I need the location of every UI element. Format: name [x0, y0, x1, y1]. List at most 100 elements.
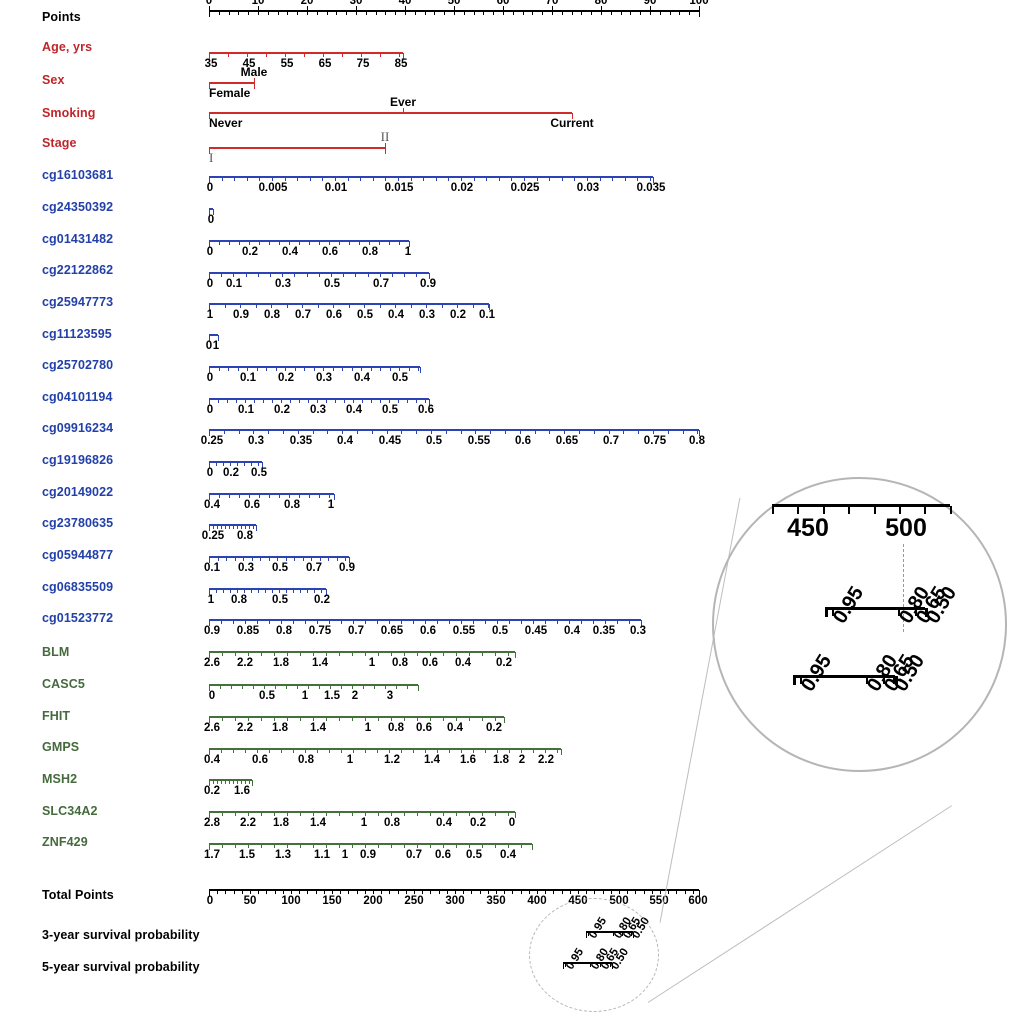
axis-minor-tick	[456, 844, 457, 848]
axis-minor-tick	[270, 273, 271, 277]
axis-minor-tick	[248, 717, 249, 721]
axis-minor-tick	[552, 11, 553, 15]
tick-label: 0.5	[357, 309, 373, 321]
tick-label: 0.4	[564, 625, 580, 637]
axis-minor-tick	[396, 685, 397, 689]
tick-label: 85	[394, 58, 408, 70]
tick-label: 0	[207, 214, 215, 226]
axis-minor-tick	[221, 273, 222, 277]
inset-total-points-tick	[848, 506, 850, 514]
axis-minor-tick	[434, 11, 435, 15]
axis-minor-tick	[482, 812, 483, 816]
tick-label: 0.25	[201, 530, 225, 542]
axis-minor-tick	[368, 273, 369, 277]
axis-minor-tick	[416, 273, 417, 277]
tick-label: 1	[404, 246, 412, 258]
tick-label: 0.6	[326, 309, 342, 321]
axis-minor-tick	[395, 11, 396, 15]
tick-label: 0.5	[492, 625, 508, 637]
axis-minor-tick	[603, 890, 604, 894]
tick-label: 600	[688, 895, 708, 907]
axis-minor-tick	[365, 749, 366, 753]
tick-label: 100	[281, 895, 301, 907]
axis-major-tick	[307, 6, 308, 11]
axis-minor-tick	[533, 620, 534, 624]
axis-minor-tick	[464, 11, 465, 15]
tick-label: 1	[206, 309, 214, 321]
tick-label: 1.4	[424, 754, 440, 766]
category-label: Never	[209, 116, 243, 130]
row-label-cg20149022: cg20149022	[42, 485, 114, 499]
axis-minor-tick	[335, 399, 336, 403]
tick-label: 300	[445, 895, 465, 907]
axis-minor-tick	[222, 844, 223, 848]
tick-label: 0	[206, 278, 214, 290]
axis-minor-tick	[611, 11, 612, 15]
axis-minor-tick	[449, 749, 450, 753]
axis-minor-tick	[378, 717, 379, 721]
axis-line-12	[209, 398, 429, 400]
axis-minor-tick	[329, 749, 330, 753]
axis-minor-tick	[380, 273, 381, 277]
axis-minor-tick	[357, 430, 358, 434]
axis-line-3	[209, 112, 572, 114]
axis-minor-tick	[455, 890, 456, 894]
axis-minor-tick	[299, 241, 300, 245]
axis-minor-tick	[218, 557, 219, 561]
inset-3yr-scale-end-tick	[825, 608, 828, 617]
axis-minor-tick	[304, 367, 305, 371]
axis-minor-tick	[549, 430, 550, 434]
tick-label: 0.6	[244, 499, 260, 511]
axis-minor-tick	[361, 367, 362, 371]
axis-minor-tick	[221, 620, 222, 624]
axis-minor-tick	[373, 177, 374, 181]
axis-minor-tick	[275, 685, 276, 689]
axis-minor-tick	[437, 749, 438, 753]
axis-line-1	[209, 52, 403, 54]
tick-label: 0.4	[204, 754, 220, 766]
row-label-cg23780635: cg23780635	[42, 516, 114, 530]
axis-minor-tick	[523, 11, 524, 15]
tick-label: 0.1	[238, 404, 254, 416]
axis-minor-tick	[415, 11, 416, 15]
axis-minor-tick	[430, 652, 431, 656]
axis-minor-tick	[287, 812, 288, 816]
tick-label: 0.005	[258, 182, 288, 194]
axis-minor-tick	[249, 525, 250, 529]
tick-label: 0.4	[346, 404, 362, 416]
axis-minor-tick	[425, 11, 426, 15]
row-label-msh2: MSH2	[42, 772, 78, 786]
axis-minor-tick	[486, 177, 487, 181]
axis-end-tick	[532, 844, 533, 850]
tick-label: 0.2	[314, 594, 330, 606]
axis-minor-tick	[241, 525, 242, 529]
tick-label: 0.025	[510, 182, 540, 194]
axis-minor-tick	[578, 890, 579, 894]
tick-label: 1.8	[273, 657, 289, 669]
tick-label: 0.5	[382, 404, 398, 416]
axis-minor-tick	[274, 844, 275, 848]
axis-minor-tick	[587, 177, 588, 181]
axis-minor-tick	[557, 749, 558, 753]
axis-minor-tick	[495, 652, 496, 656]
tick-label: 0.5	[272, 562, 288, 574]
axis-major-tick	[552, 6, 553, 11]
axis-minor-tick	[341, 685, 342, 689]
axis-minor-tick	[509, 620, 510, 624]
axis-minor-tick	[404, 652, 405, 656]
axis-minor-tick	[285, 53, 286, 57]
tick-label: 0.8	[264, 309, 280, 321]
axis-minor-tick	[269, 557, 270, 561]
row-label-cg24350392: cg24350392	[42, 200, 114, 214]
axis-minor-tick	[529, 890, 530, 894]
tick-label: 0.8	[362, 246, 378, 258]
axis-minor-tick	[340, 890, 341, 894]
tick-label: 0.6	[416, 722, 432, 734]
tick-label: 0.6	[435, 849, 451, 861]
tick-label: 1.4	[310, 817, 326, 829]
axis-minor-tick	[344, 399, 345, 403]
axis-minor-tick	[257, 367, 258, 371]
axis-minor-tick	[219, 241, 220, 245]
axis-minor-tick	[235, 557, 236, 561]
axis-minor-tick	[224, 430, 225, 434]
